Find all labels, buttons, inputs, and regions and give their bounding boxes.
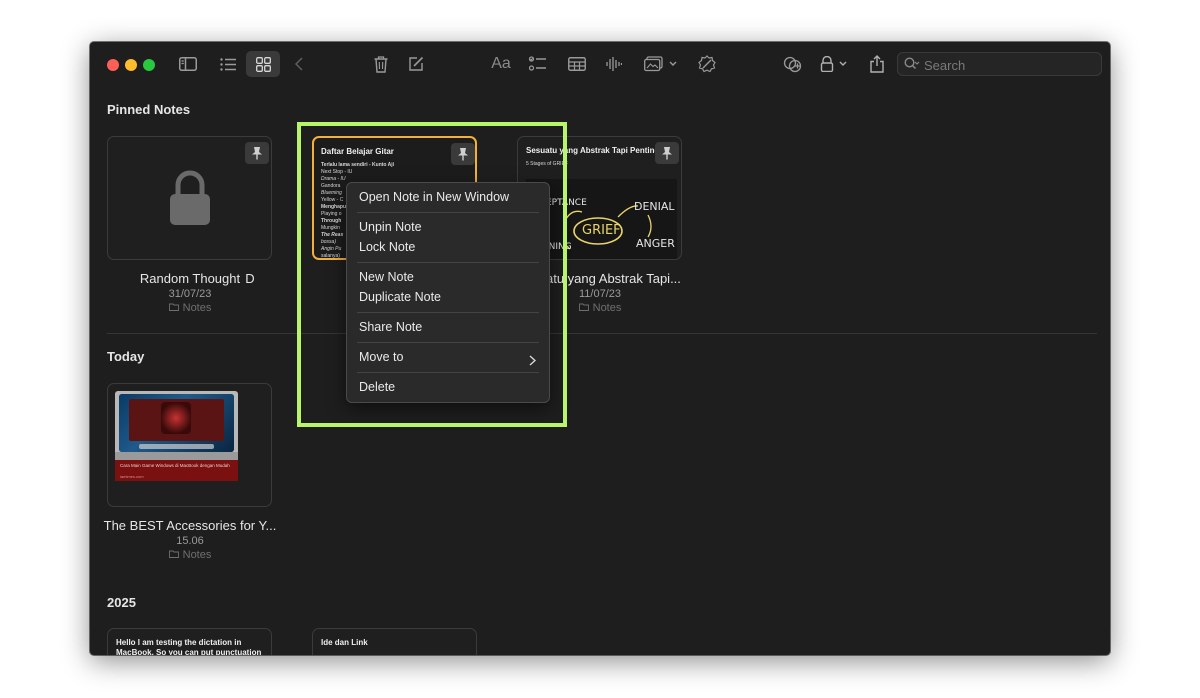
note-date: 15.06 <box>176 535 204 547</box>
gallery-view-icon[interactable] <box>246 51 280 77</box>
compose-icon[interactable] <box>404 53 428 75</box>
link-icon[interactable] <box>695 53 719 75</box>
note-title: D <box>245 271 255 286</box>
folder-icon <box>168 549 179 561</box>
trash-icon[interactable] <box>369 53 393 75</box>
today-heading: Today <box>107 349 145 364</box>
search-field[interactable] <box>897 52 1102 76</box>
table-icon[interactable] <box>565 53 589 75</box>
board-word: GRIEF <box>582 223 621 238</box>
notes-window: Aa Pinned Note <box>90 42 1110 655</box>
note-title: atu yang Abstrak Tapi... <box>546 271 681 286</box>
macbook-image: Cara Main Game Windows di MacBook dengan… <box>115 391 238 481</box>
note-folder: Notes <box>90 302 290 314</box>
locked-note-icon <box>169 170 211 231</box>
back-icon[interactable] <box>287 53 311 75</box>
collaborate-icon[interactable] <box>780 53 804 75</box>
media-icon[interactable] <box>641 53 681 75</box>
board-word: ANGER <box>636 237 675 250</box>
pin-icon[interactable] <box>655 142 679 164</box>
share-icon[interactable] <box>865 53 889 75</box>
thumbnail-caption: Cara Main Game Windows di MacBook dengan… <box>120 463 230 468</box>
section-divider <box>107 333 1097 334</box>
folder-label: Notes <box>182 302 212 314</box>
thumbnail-title: Hello I am testing the dictation in MacB… <box>116 638 262 655</box>
audio-icon[interactable] <box>602 53 626 75</box>
minimize-window-button[interactable] <box>125 59 137 71</box>
folder-label: Notes <box>182 549 212 561</box>
note-thumbnail-random-thought[interactable] <box>107 136 272 260</box>
zoom-window-button[interactable] <box>143 59 155 71</box>
folder-icon <box>168 302 179 314</box>
thumbnail-source: iamimes.com <box>120 474 144 479</box>
note-title: The BEST Accessories for Y... <box>103 518 277 533</box>
list-view-icon[interactable] <box>216 53 240 75</box>
note-folder: Notes <box>90 549 290 561</box>
note-thumbnail-ide-dan-link[interactable]: Ide dan Link <box>312 628 477 655</box>
checklist-icon[interactable] <box>526 53 550 75</box>
note-thumbnail-dictation-test[interactable]: Hello I am testing the dictation in MacB… <box>107 628 272 655</box>
annotation-highlight-box <box>297 122 567 427</box>
year-2025-heading: 2025 <box>107 595 136 610</box>
folder-label: Notes <box>592 302 622 314</box>
pin-icon[interactable] <box>245 142 269 164</box>
search-input[interactable] <box>922 55 1096 75</box>
note-title: Random Thought <box>139 271 241 286</box>
close-window-button[interactable] <box>107 59 119 71</box>
note-thumbnail-best-accessories[interactable]: Cara Main Game Windows di MacBook dengan… <box>107 383 272 507</box>
toolbar: Aa <box>90 42 1110 86</box>
search-icon <box>904 57 920 76</box>
lock-icon[interactable] <box>818 53 852 75</box>
format-icon[interactable]: Aa <box>488 53 514 75</box>
note-date: 31/07/23 <box>168 288 212 300</box>
thumbnail-title: Ide dan Link <box>321 638 368 647</box>
folder-icon <box>578 302 589 314</box>
pinned-notes-heading: Pinned Notes <box>107 102 191 117</box>
sidebar-icon[interactable] <box>176 53 200 75</box>
board-word: DENIAL <box>634 200 675 213</box>
